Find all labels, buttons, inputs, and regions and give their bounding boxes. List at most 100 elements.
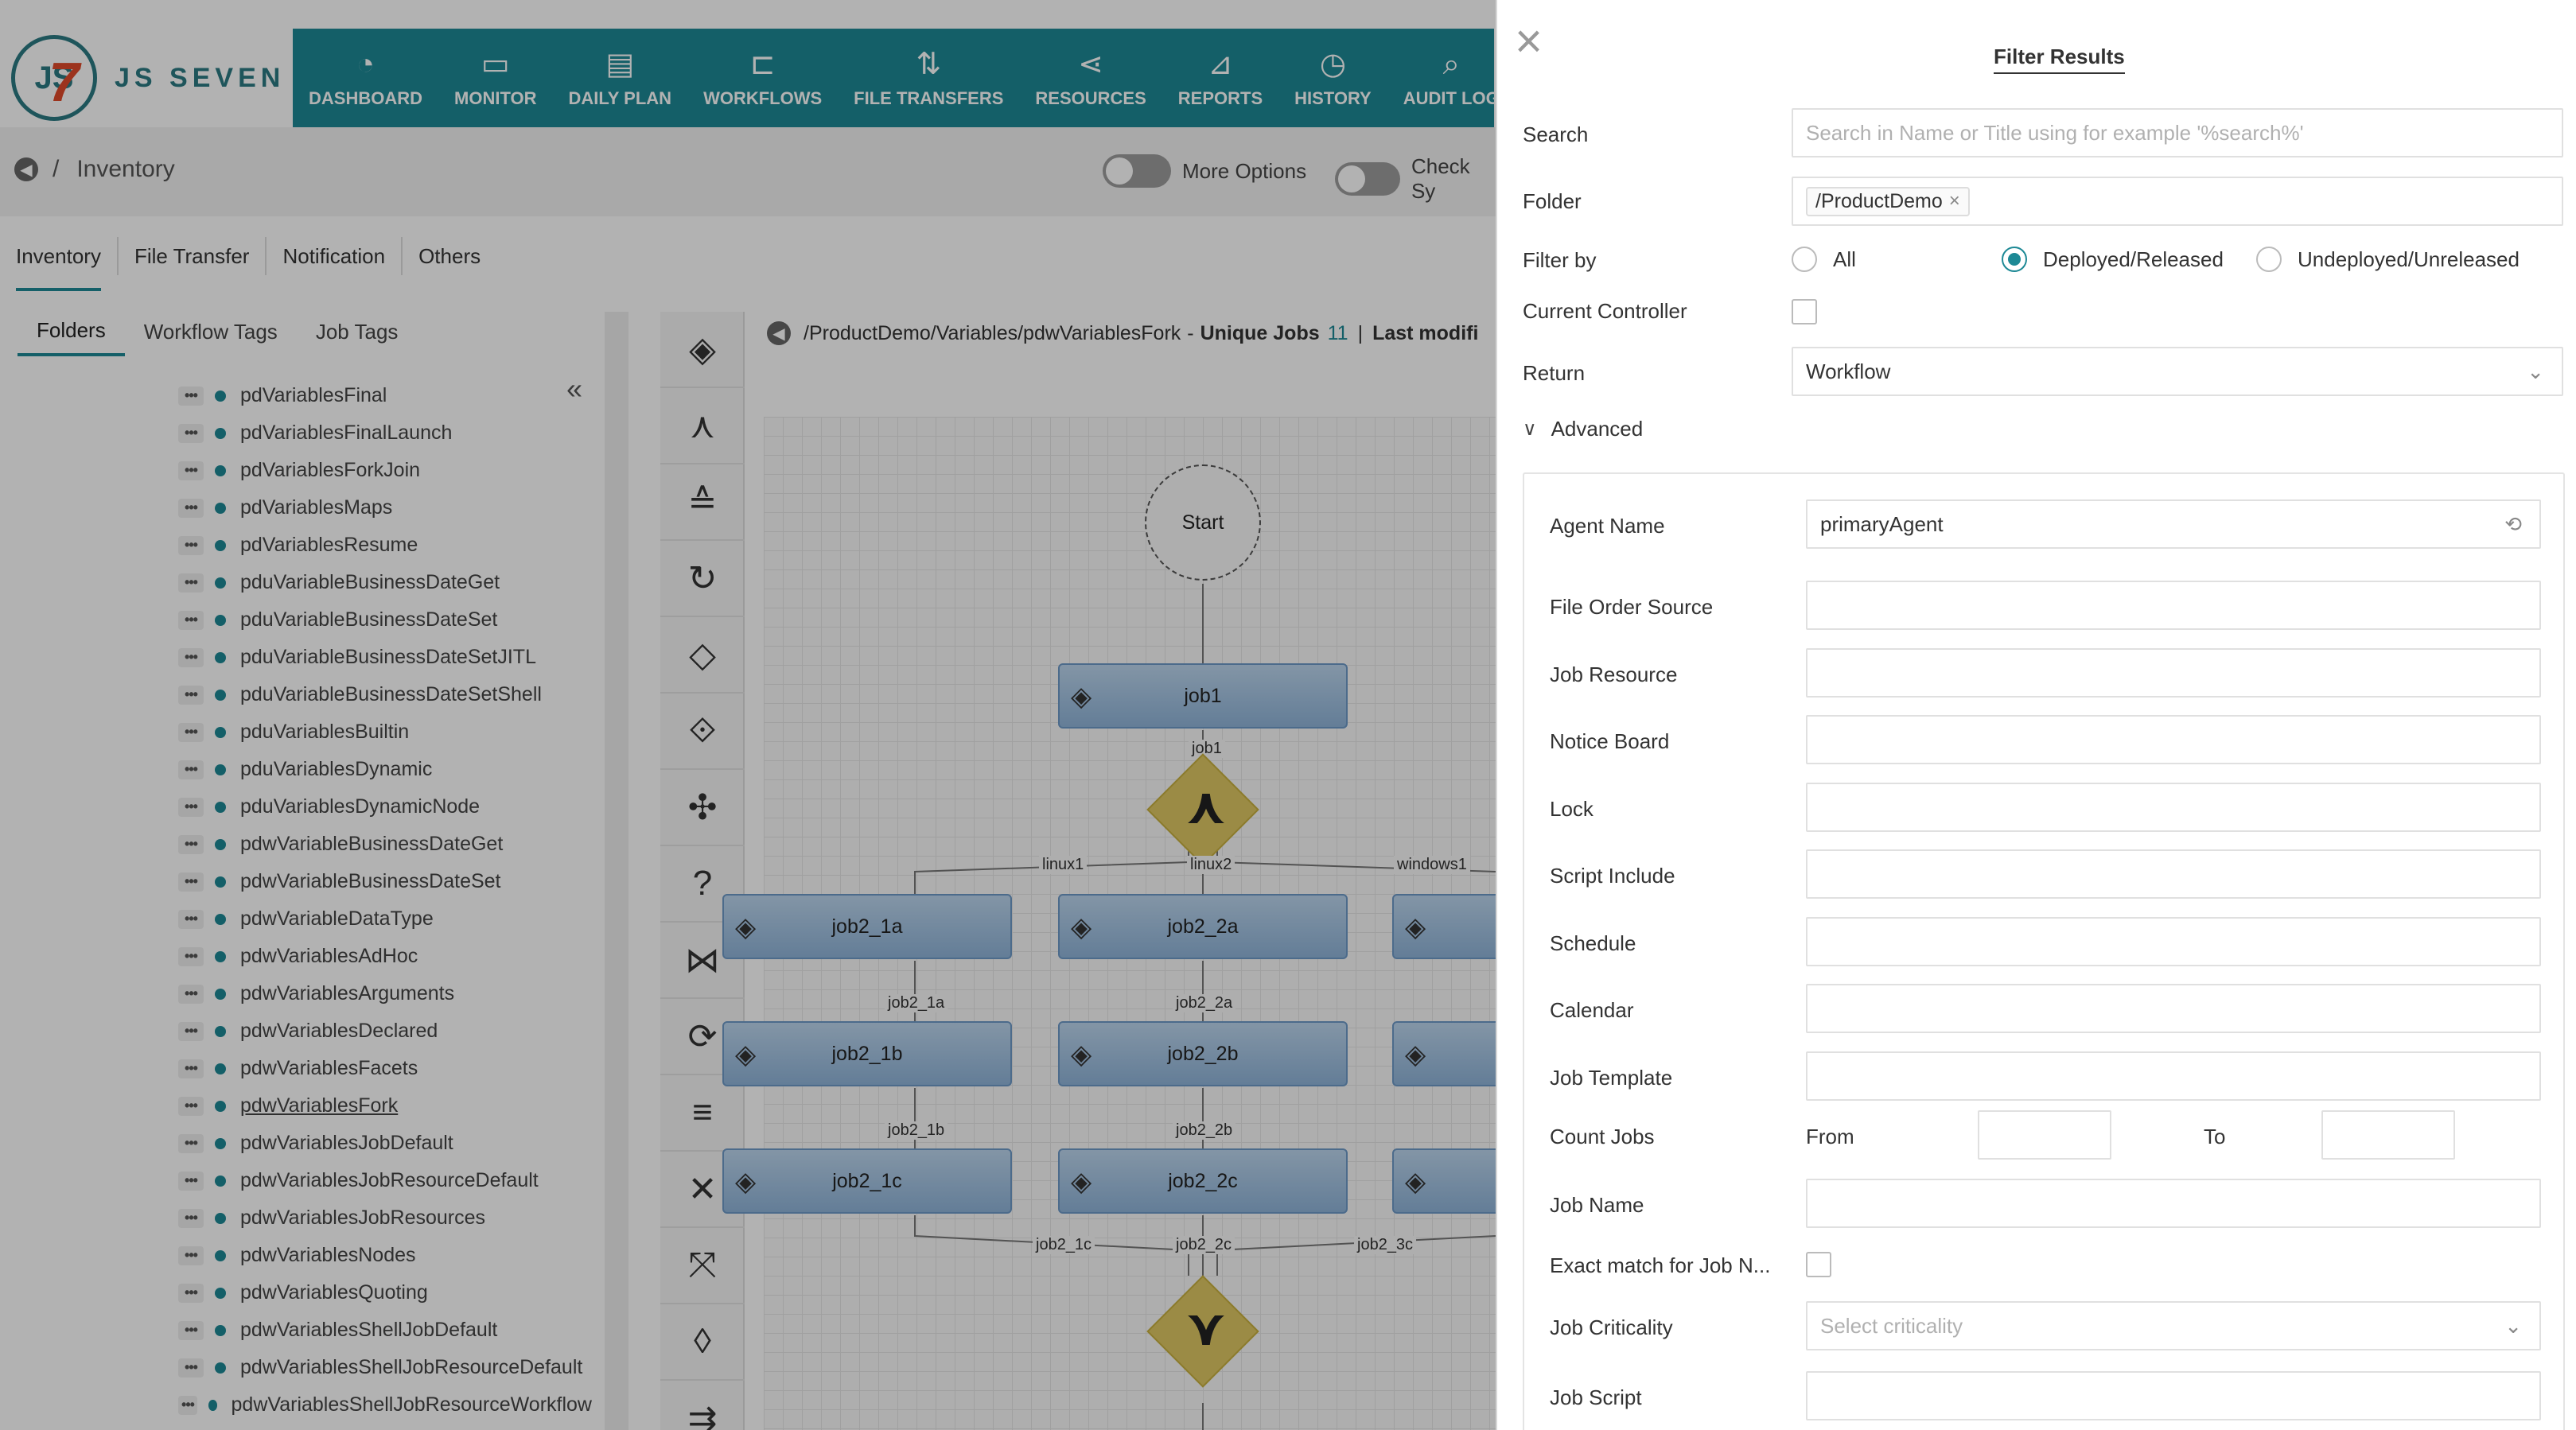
subtab-job-tags[interactable]: Job Tags xyxy=(297,307,418,356)
more-actions-icon[interactable]: ••• xyxy=(178,946,204,966)
check-sync-toggle[interactable]: Check Sy xyxy=(1335,154,1496,204)
folder-input[interactable]: /ProductDemo × xyxy=(1792,177,2563,226)
close-icon[interactable]: × xyxy=(1515,17,1543,65)
search-input[interactable]: Search in Name or Title using for exampl… xyxy=(1792,108,2563,157)
remove-chip-icon[interactable]: × xyxy=(1949,190,1960,212)
advanced-field-input[interactable] xyxy=(1806,849,2541,899)
tree-item[interactable]: ••• pdwVariableBusinessDateSet xyxy=(178,863,592,900)
tree-item[interactable]: ••• pdwVariablesShellJobResourceWorkflow xyxy=(178,1386,592,1424)
job-node[interactable]: ◈ job2_1c xyxy=(722,1148,1012,1214)
more-actions-icon[interactable]: ••• xyxy=(178,1395,198,1415)
job-instruction-icon[interactable]: ◈ xyxy=(660,312,745,388)
exact-match-checkbox[interactable] xyxy=(1806,1252,1831,1277)
radio-button[interactable] xyxy=(1792,247,1817,272)
nav-reports[interactable]: ⊿ REPORTS xyxy=(1162,29,1278,127)
more-actions-icon[interactable]: ••• xyxy=(178,386,204,406)
subtab-folders[interactable]: Folders xyxy=(18,307,125,356)
question-instruction-icon[interactable]: ◊ xyxy=(660,1304,745,1381)
toggle-switch[interactable] xyxy=(1335,162,1400,196)
tree-item[interactable]: ••• pdwVariableBusinessDateGet xyxy=(178,826,592,863)
more-actions-icon[interactable]: ••• xyxy=(178,1133,204,1153)
tree-item[interactable]: ••• pdwVariablesFork xyxy=(178,1087,592,1125)
try-instruction-icon[interactable]: ⟐ xyxy=(660,694,745,770)
tab-inventory[interactable]: Inventory xyxy=(16,237,119,291)
more-actions-icon[interactable]: ••• xyxy=(178,909,204,929)
start-node[interactable]: Start xyxy=(1145,464,1261,581)
nav-history[interactable]: ◷ HISTORY xyxy=(1278,29,1387,127)
subtab-workflow-tags[interactable]: Workflow Tags xyxy=(125,307,297,356)
more-actions-icon[interactable]: ••• xyxy=(178,1320,204,1340)
retry-instruction-icon[interactable]: ↻ xyxy=(660,541,745,617)
radio-undeployed[interactable]: Undeployed/Unreleased xyxy=(2256,247,2520,272)
job-node[interactable]: ◈ job1 xyxy=(1058,663,1348,729)
nav-resources[interactable]: ⋖ RESOURCES xyxy=(1019,29,1162,127)
more-actions-icon[interactable]: ••• xyxy=(178,872,204,892)
more-actions-icon[interactable]: ••• xyxy=(178,834,204,854)
nav-file-transfers[interactable]: ⇅ FILE TRANSFERS xyxy=(838,29,1019,127)
radio-button[interactable] xyxy=(2256,247,2282,272)
radio-button-selected[interactable] xyxy=(2002,247,2027,272)
advanced-field-input[interactable] xyxy=(1806,782,2541,832)
refresh-icon[interactable]: ⟲ xyxy=(2504,512,2522,537)
advanced-field-input[interactable] xyxy=(1806,1051,2541,1101)
advanced-field-input[interactable] xyxy=(1806,581,2541,630)
return-select[interactable]: Workflow ⌄ xyxy=(1792,347,2563,396)
more-options-toggle[interactable]: More Options xyxy=(1103,154,1306,188)
more-actions-icon[interactable]: ••• xyxy=(178,498,204,518)
more-actions-icon[interactable]: ••• xyxy=(178,1096,204,1116)
tree-item[interactable]: ••• pdwVariablesArguments xyxy=(178,975,592,1012)
tree-item[interactable]: ••• pdwVariablesJobResources xyxy=(178,1199,592,1237)
job-node[interactable]: ◈ job2_1a xyxy=(722,894,1012,959)
tree-item[interactable]: ••• pdVariablesMaps xyxy=(178,489,592,527)
more-actions-icon[interactable]: ••• xyxy=(178,1059,204,1078)
advanced-field-input[interactable] xyxy=(1806,647,2541,698)
folder-chip[interactable]: /ProductDemo × xyxy=(1806,186,1970,216)
back-arrow-icon[interactable]: ◀ xyxy=(14,157,38,181)
current-controller-checkbox[interactable] xyxy=(1792,299,1817,324)
more-actions-icon[interactable]: ••• xyxy=(178,610,204,630)
tree-item[interactable]: ••• pduVariablesBuiltin xyxy=(178,713,592,751)
job-node[interactable]: ◈ job2_2b xyxy=(1058,1021,1348,1086)
tree-item[interactable]: ••• pduVariableBusinessDateSet xyxy=(178,601,592,639)
toggle-switch[interactable] xyxy=(1103,154,1171,188)
tree-item[interactable]: ••• pduVariablesDynamicNode xyxy=(178,788,592,826)
tree-item[interactable]: ••• pdwVariablesAdHoc xyxy=(178,938,592,975)
connect-instruction-icon[interactable]: ⤧ xyxy=(660,1228,745,1304)
back-arrow-icon[interactable]: ◀ xyxy=(767,321,791,345)
tree-item[interactable]: ••• pduVariableBusinessDateSetJITL xyxy=(178,639,592,676)
nav-workflows[interactable]: ⊏ WORKFLOWS xyxy=(687,29,838,127)
more-actions-icon[interactable]: ••• xyxy=(178,760,204,779)
agent-name-input[interactable]: primaryAgent ⟲ xyxy=(1806,499,2541,549)
more-actions-icon[interactable]: ••• xyxy=(178,797,204,817)
more-actions-icon[interactable]: ••• xyxy=(178,423,204,443)
tree-item[interactable]: ••• pdwVariablesShellJobDefault xyxy=(178,1311,592,1349)
tree-item[interactable]: ••• pdwVariablesJobResourceDefault xyxy=(178,1162,592,1199)
radio-deployed[interactable]: Deployed/Released xyxy=(2002,247,2224,272)
tree-item[interactable]: ••• pdwVariablesDeclared xyxy=(178,1012,592,1050)
fork-instruction-icon[interactable]: ⋏ xyxy=(660,388,745,464)
tab-notification[interactable]: Notification xyxy=(267,237,403,275)
advanced-toggle[interactable]: ∨ Advanced xyxy=(1523,417,1643,441)
tree-item[interactable]: ••• pdVariablesFinalLaunch xyxy=(178,414,592,452)
tree-item[interactable]: ••• pdwVariablesQuoting xyxy=(178,1274,592,1311)
more-actions-icon[interactable]: ••• xyxy=(178,535,204,555)
tree-item[interactable]: ••• pduVariableBusinessDateGet xyxy=(178,564,592,601)
tree-item[interactable]: ••• pdwVariablesShellJobResourceDefault xyxy=(178,1349,592,1386)
more-actions-icon[interactable]: ••• xyxy=(178,573,204,593)
advanced-field-input[interactable] xyxy=(1806,984,2541,1033)
workflow-grid[interactable]: Start ◈job1 job1 ⊟ ⋏ linux1 linux2 windo… xyxy=(722,417,1520,1430)
more-actions-icon[interactable]: ••• xyxy=(178,1245,204,1265)
more-actions-icon[interactable]: ••• xyxy=(178,1171,204,1191)
more-actions-icon[interactable]: ••• xyxy=(178,1208,204,1228)
job-script-input[interactable] xyxy=(1806,1371,2541,1420)
tree-item[interactable]: ••• pdwVariableDataType xyxy=(178,900,592,938)
app-logo[interactable]: JS 7 JS SEVEN xyxy=(11,32,290,124)
tree-item[interactable]: ••• pdVariablesForkJoin xyxy=(178,452,592,489)
advanced-field-input[interactable] xyxy=(1806,715,2541,764)
lock-instruction-icon[interactable]: ✣ xyxy=(660,770,745,846)
job-name-input[interactable] xyxy=(1806,1179,2541,1228)
if-instruction-icon[interactable]: ◇ xyxy=(660,617,745,694)
tree-item[interactable]: ••• pdwVariablesJobDefault xyxy=(178,1125,592,1162)
more-actions-icon[interactable]: ••• xyxy=(178,647,204,667)
more-actions-icon[interactable]: ••• xyxy=(178,722,204,742)
